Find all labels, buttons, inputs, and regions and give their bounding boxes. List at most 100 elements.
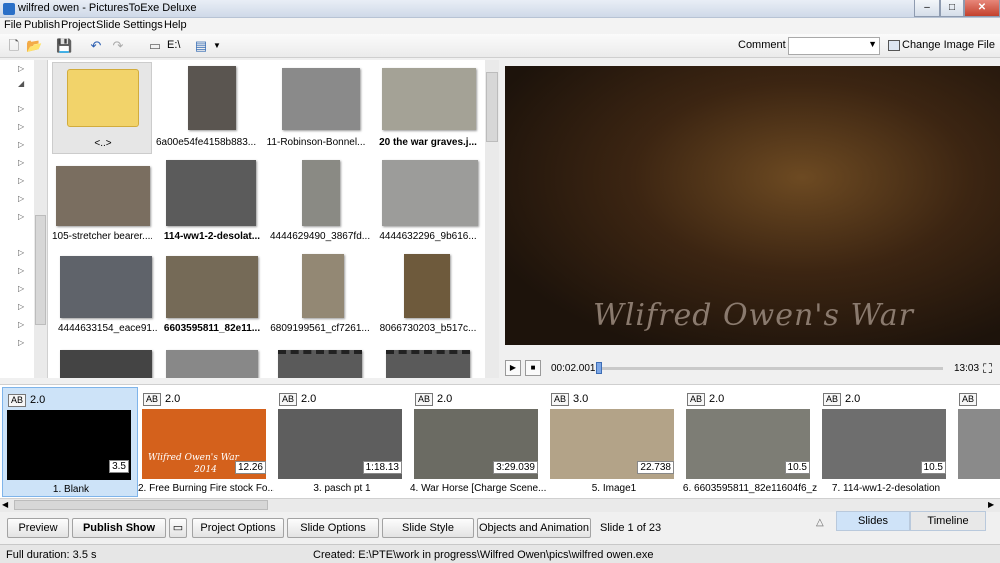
tree-expand-icon[interactable]: ▷ bbox=[18, 320, 24, 329]
file-item[interactable]: 6603595811_82e11... bbox=[156, 252, 260, 344]
slide-item[interactable]: AB 3.0 22.738 5. Image1 bbox=[546, 387, 682, 497]
transition-ab-icon[interactable]: AB bbox=[551, 393, 569, 406]
transition-duration[interactable]: 2.0 bbox=[845, 393, 860, 405]
file-item[interactable]: 105-stretcher bearer.... bbox=[52, 158, 152, 250]
browser-scrollbar-thumb[interactable] bbox=[486, 72, 498, 142]
menu-file[interactable]: File bbox=[4, 19, 22, 31]
tree-scrollbar-thumb[interactable] bbox=[35, 215, 46, 325]
slide-style-button[interactable]: Slide Style bbox=[382, 518, 474, 538]
file-item[interactable]: 6809199561_cf7261... bbox=[256, 252, 370, 344]
slide-item[interactable]: AB 2.0 3.5 1. Blank bbox=[2, 387, 138, 497]
tree-expand-icon[interactable]: ▷ bbox=[18, 212, 24, 221]
slide-item[interactable]: AB 8. C bbox=[954, 387, 1000, 497]
drive-label[interactable]: E:\ bbox=[167, 39, 180, 51]
file-item[interactable] bbox=[256, 346, 362, 378]
menu-project[interactable]: Project bbox=[61, 19, 95, 31]
file-item[interactable]: 6a00e54fe4158b883... bbox=[156, 62, 256, 154]
transition-duration[interactable]: 2.0 bbox=[165, 393, 180, 405]
slide-thumbnail[interactable] bbox=[958, 409, 1000, 479]
tab-timeline[interactable]: Timeline bbox=[910, 511, 986, 531]
transition-ab-icon[interactable]: AB bbox=[279, 393, 297, 406]
transition-duration[interactable]: 2.0 bbox=[30, 394, 45, 406]
tree-expand-icon[interactable]: ▷ bbox=[18, 284, 24, 293]
tree-expand-icon[interactable]: ▷ bbox=[18, 248, 24, 257]
objects-animation-button[interactable]: Objects and Animation bbox=[477, 518, 591, 538]
change-image-icon[interactable] bbox=[888, 40, 900, 51]
file-thumbnail bbox=[188, 66, 236, 130]
stop-button[interactable]: ■ bbox=[525, 360, 541, 376]
close-button[interactable]: ✕ bbox=[964, 0, 1000, 17]
file-item[interactable]: 11-Robinson-Bonnel... bbox=[256, 62, 365, 154]
menu-publish[interactable]: Publish bbox=[24, 19, 60, 31]
transition-ab-icon[interactable]: AB bbox=[415, 393, 433, 406]
file-item[interactable]: 8066730203_b517c... bbox=[378, 252, 478, 344]
collapse-up-icon[interactable]: △ bbox=[816, 517, 824, 528]
slide-options-button[interactable]: Slide Options bbox=[287, 518, 379, 538]
drive-icon[interactable]: ▭ bbox=[147, 38, 163, 54]
file-item[interactable] bbox=[156, 346, 258, 378]
play-button[interactable]: ▶ bbox=[505, 360, 521, 376]
scroll-right-icon[interactable]: ▶ bbox=[988, 500, 994, 509]
slide-item[interactable]: AB 2.0 1:18.13 3. pasch pt 1 bbox=[274, 387, 410, 497]
file-item[interactable] bbox=[378, 346, 478, 378]
project-options-button[interactable]: Project Options bbox=[192, 518, 284, 538]
slide-item[interactable]: AB 2.0 Wlifred Owen's War 2014 12.26 2. Free … bbox=[138, 387, 274, 497]
slide-item[interactable]: AB 2.0 10.5 7. 114-ww1-2-desolation bbox=[818, 387, 954, 497]
change-image-button[interactable]: Change Image File bbox=[902, 39, 995, 51]
publish-options-icon[interactable]: ▭ bbox=[169, 518, 187, 538]
tree-expand-icon[interactable]: ▷ bbox=[18, 194, 24, 203]
file-item[interactable]: 4444632296_9b616... bbox=[378, 158, 478, 250]
file-item[interactable] bbox=[52, 346, 152, 378]
file-item[interactable]: 20 the war graves.j... bbox=[378, 62, 478, 154]
menu-help[interactable]: Help bbox=[164, 19, 187, 31]
tab-slides[interactable]: Slides bbox=[836, 511, 910, 531]
transition-ab-icon[interactable]: AB bbox=[959, 393, 977, 406]
tree-expand-icon[interactable]: ▷ bbox=[18, 176, 24, 185]
preview-button[interactable]: Preview bbox=[7, 518, 69, 538]
new-file-icon[interactable]: 🗋 bbox=[6, 38, 22, 54]
view-mode-icon[interactable]: ▤ bbox=[193, 38, 209, 54]
maximize-button[interactable]: □ bbox=[940, 0, 964, 17]
transition-duration[interactable]: 2.0 bbox=[709, 393, 724, 405]
window-title: wilfred owen - PicturesToExe Deluxe bbox=[18, 2, 197, 14]
undo-icon[interactable]: ↶ bbox=[88, 38, 104, 54]
view-mode-dropdown-icon[interactable]: ▼ bbox=[209, 38, 225, 54]
menu-slide[interactable]: Slide bbox=[96, 19, 120, 31]
minimize-button[interactable]: – bbox=[914, 0, 940, 17]
tree-expand-icon[interactable]: ▷ bbox=[18, 122, 24, 131]
folder-up-item[interactable]: <..> bbox=[52, 62, 152, 154]
tree-collapse-icon[interactable]: ◢ bbox=[18, 79, 24, 88]
transition-ab-icon[interactable]: AB bbox=[687, 393, 705, 406]
open-folder-icon[interactable]: 📂 bbox=[26, 38, 42, 54]
file-item[interactable]: 4444633154_eace91... bbox=[52, 252, 158, 344]
seek-track[interactable] bbox=[599, 367, 943, 370]
file-item[interactable]: 4444629490_3867fd... bbox=[256, 158, 370, 250]
transition-ab-icon[interactable]: AB bbox=[143, 393, 161, 406]
slide-item[interactable]: AB 2.0 3:29.039 4. War Horse [Charge Scene.… bbox=[410, 387, 546, 497]
fullscreen-icon[interactable]: ⛶ bbox=[983, 361, 992, 377]
tree-expand-icon[interactable]: ▷ bbox=[18, 266, 24, 275]
tree-expand-icon[interactable]: ▷ bbox=[18, 158, 24, 167]
publish-show-button[interactable]: Publish Show bbox=[72, 518, 166, 538]
transition-duration[interactable]: 2.0 bbox=[301, 393, 316, 405]
slide-item[interactable]: AB 2.0 10.5 6. 6603595811_82e11604f6_z bbox=[682, 387, 818, 497]
tree-expand-icon[interactable]: ▷ bbox=[18, 104, 24, 113]
file-item[interactable]: 114-ww1-2-desolat... bbox=[156, 158, 260, 250]
tree-expand-icon[interactable]: ▷ bbox=[18, 302, 24, 311]
slide-list-scrollbar-thumb[interactable] bbox=[14, 500, 268, 510]
transition-duration[interactable]: 3.0 bbox=[573, 393, 588, 405]
seek-slider-handle[interactable] bbox=[596, 362, 602, 374]
tree-expand-icon[interactable]: ▷ bbox=[18, 338, 24, 347]
menu-settings[interactable]: Settings bbox=[123, 19, 163, 31]
preview-screen[interactable]: Wlifred Owen's War bbox=[505, 66, 1000, 345]
save-icon[interactable]: 💾 bbox=[56, 38, 72, 54]
redo-icon[interactable]: ↷ bbox=[110, 38, 126, 54]
scroll-left-icon[interactable]: ◀ bbox=[2, 500, 8, 509]
tree-expand-icon[interactable]: ▷ bbox=[18, 140, 24, 149]
transition-ab-icon[interactable]: AB bbox=[8, 394, 26, 407]
transition-duration[interactable]: 2.0 bbox=[437, 393, 452, 405]
chevron-down-icon[interactable]: ▼ bbox=[868, 39, 877, 49]
transition-ab-icon[interactable]: AB bbox=[823, 393, 841, 406]
comment-combo[interactable]: ▼ bbox=[788, 37, 880, 55]
tree-expand-icon[interactable]: ▷ bbox=[18, 64, 24, 73]
